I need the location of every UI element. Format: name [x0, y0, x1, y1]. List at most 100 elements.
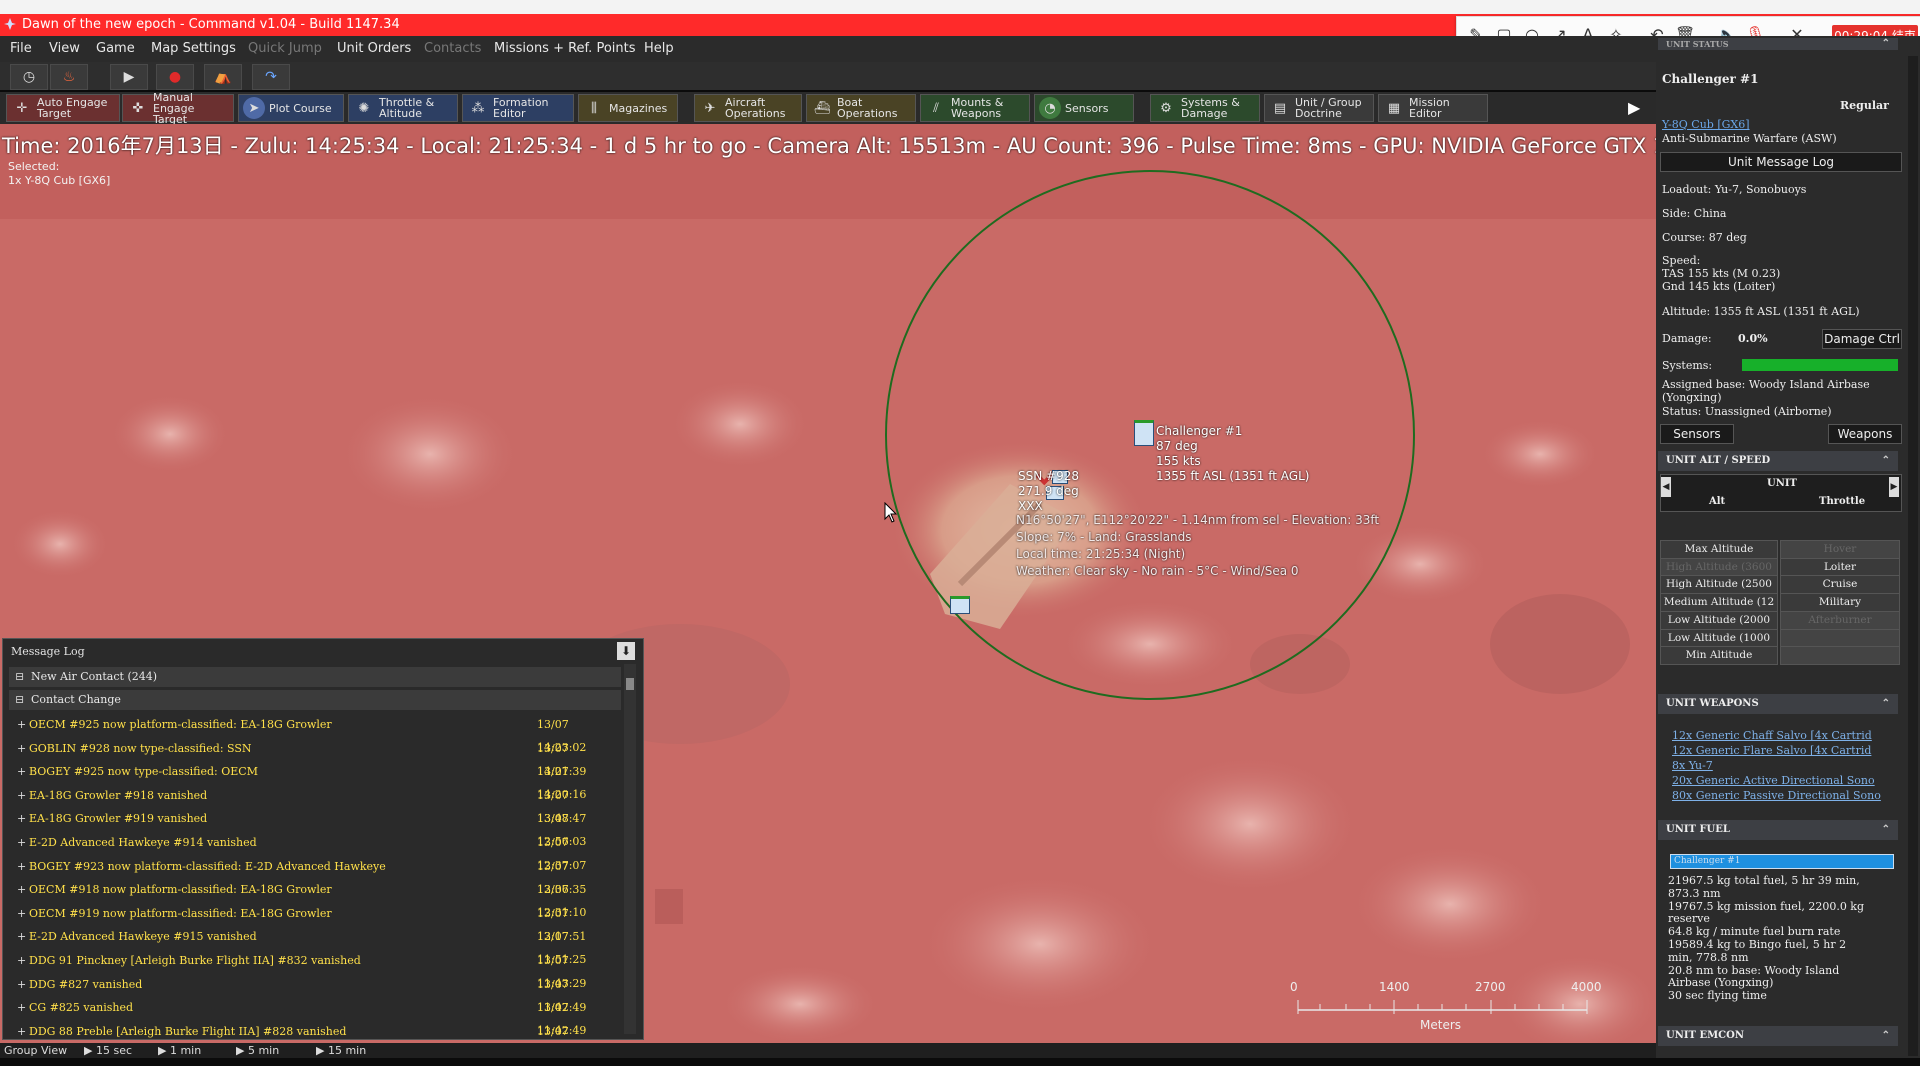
log-message-text: OECM #918 now platform-classified: EA-18…: [29, 883, 332, 897]
altitude-preset-button[interactable]: Low Altitude (2000: [1660, 610, 1778, 630]
unit-fuel-header[interactable]: UNIT FUEL ⌃: [1658, 820, 1898, 840]
log-message-row[interactable]: + BOGEY #923 now platform-classified: E-2…: [9, 855, 621, 896]
log-message-row[interactable]: + OECM #919 now platform-classified: EA-1…: [9, 902, 621, 943]
unit-status-header[interactable]: UNIT STATUS ⌃: [1658, 38, 1898, 50]
sensors-button[interactable]: ◔ Sensors: [1034, 94, 1134, 122]
unit-alt-speed-header[interactable]: UNIT ALT / SPEED ⌃: [1658, 451, 1898, 471]
menu-view[interactable]: View: [49, 41, 80, 56]
log-message-row[interactable]: + DDG #827 vanished 13/07 11:42:49: [9, 973, 621, 1014]
clock-icon[interactable]: ◷: [10, 64, 48, 90]
plot-course-button[interactable]: ➤ Plot Course: [238, 94, 344, 122]
log-message-row[interactable]: + DDG 91 Pinckney [Arleigh Burke Flight I…: [9, 949, 621, 990]
throttle-preset-button[interactable]: Military: [1780, 593, 1900, 613]
mounts-weapons-button[interactable]: ⫽ Mounts & Weapons: [920, 94, 1030, 122]
magazines-button[interactable]: ⫼ Magazines: [578, 94, 678, 122]
log-message-row[interactable]: + GOBLIN #928 now type-classified: SSN 13/…: [9, 737, 621, 778]
expand-icon: +: [17, 788, 27, 802]
download-icon[interactable]: ⬇: [617, 642, 635, 660]
altitude-preset-button[interactable]: High Altitude (3600: [1660, 557, 1778, 577]
log-message-row[interactable]: + DDG 88 Preble [Arleigh Burke Flight IIA…: [9, 1020, 621, 1061]
log-group-contact-change[interactable]: ⊟ Contact Change: [9, 690, 621, 710]
redo-arrow-icon[interactable]: ↷: [252, 64, 290, 90]
throttle-preset-button[interactable]: [1780, 646, 1900, 666]
weapon-link[interactable]: 20x Generic Active Directional Sono: [1672, 774, 1875, 787]
fuel-line: 19589.4 kg to Bingo fuel, 5 hr 2: [1668, 938, 1847, 951]
mission-editor-button[interactable]: ▦ Mission Editor: [1378, 94, 1488, 122]
weapon-link[interactable]: 12x Generic Flare Salvo [4x Cartrid: [1672, 744, 1871, 757]
altitude-preset-button[interactable]: Min Altitude: [1660, 646, 1778, 666]
weapon-link[interactable]: 12x Generic Chaff Salvo [4x Cartrid: [1672, 729, 1872, 742]
fuel-unit-selector[interactable]: Challenger #1: [1670, 854, 1894, 869]
menu-quick-jump[interactable]: Quick Jump: [248, 41, 322, 56]
formation-view-icon[interactable]: ⛺: [204, 64, 242, 90]
throttle-altitude-button[interactable]: ✺ Throttle & Altitude: [348, 94, 458, 122]
fire-icon[interactable]: ♨: [50, 64, 88, 90]
throttle-icon: ✺: [358, 100, 370, 116]
unit-weapons-header[interactable]: UNIT WEAPONS ⌃: [1658, 694, 1898, 714]
boat-operations-button[interactable]: ⛴ Boat Operations: [806, 94, 916, 122]
auto-engage-button[interactable]: ✛ Auto Engage Target: [6, 94, 120, 122]
panel-toggle-arrow-icon[interactable]: ▶: [1628, 98, 1640, 117]
log-message-text: BOGEY #923 now platform-classified: E-2D…: [29, 859, 386, 873]
aircraft-unit-icon[interactable]: [1134, 420, 1154, 446]
right-arrow-icon[interactable]: ▶: [1889, 477, 1899, 497]
expand-icon: +: [17, 812, 27, 826]
log-message-row[interactable]: + E-2D Advanced Hawkeye #914 vanished 13/0…: [9, 831, 621, 872]
play-button[interactable]: ▶: [110, 64, 148, 90]
unit-type-link[interactable]: Y-8Q Cub [GX6]: [1662, 118, 1750, 131]
aircraft-operations-button[interactable]: ✈ Aircraft Operations: [694, 94, 802, 122]
log-message-row[interactable]: + CG #825 vanished 13/07 11:42:49: [9, 996, 621, 1037]
fuel-line: Airbase (Yongxing): [1668, 976, 1774, 990]
menu-missions[interactable]: Missions + Ref. Points: [494, 41, 636, 56]
systems-damage-button[interactable]: ⚙ Systems & Damage: [1150, 94, 1260, 122]
base-unit-icon[interactable]: [950, 596, 970, 614]
status-hud: Time: 2016年7月13日 - Zulu: 14:25:34 - Loca…: [2, 134, 1732, 158]
log-message-row[interactable]: + OECM #925 now platform-classified: EA-1…: [9, 713, 621, 754]
altitude-preset-button[interactable]: Medium Altitude (12: [1660, 593, 1778, 613]
log-group-new-air-contact[interactable]: ⊟ New Air Contact (244): [9, 667, 621, 687]
menu-game[interactable]: Game: [96, 41, 135, 56]
weapon-link[interactable]: 8x Yu-7: [1672, 759, 1713, 772]
damage-control-button[interactable]: Damage Ctrl: [1822, 329, 1902, 349]
step-1min[interactable]: ▶ 1 min: [158, 1043, 201, 1058]
step-5min[interactable]: ▶ 5 min: [236, 1043, 279, 1058]
doctrine-button[interactable]: ▤ Unit / Group Doctrine: [1264, 94, 1374, 122]
throttle-preset-button[interactable]: Hover: [1780, 540, 1900, 559]
log-message-row[interactable]: + E-2D Advanced Hawkeye #915 vanished 13/0…: [9, 925, 621, 966]
expand-icon: +: [17, 883, 27, 897]
fuel-line: 20.8 nm to base: Woody Island: [1668, 963, 1840, 977]
log-message-row[interactable]: + EA-18G Growler #919 vanished 13/07 12:56…: [9, 807, 621, 848]
throttle-preset-button[interactable]: Afterburner: [1780, 610, 1900, 630]
log-message-row[interactable]: + OECM #918 now platform-classified: EA-1…: [9, 878, 621, 919]
log-message-row[interactable]: + EA-18G Growler #918 vanished 13/07 13:48…: [9, 784, 621, 825]
step-15min[interactable]: ▶ 15 min: [316, 1043, 366, 1058]
formation-editor-button[interactable]: ⁂ Formation Editor: [462, 94, 574, 122]
left-arrow-icon[interactable]: ◀: [1661, 477, 1671, 497]
menu-help[interactable]: Help: [644, 41, 674, 56]
unit-emcon-header[interactable]: UNIT EMCON ⌃: [1658, 1026, 1898, 1046]
log-message-row[interactable]: + BOGEY #925 now type-classified: OECM 13/…: [9, 760, 621, 801]
selection-info: Selected: 1x Y-8Q Cub [GX6]: [8, 160, 111, 187]
log-message-text: E-2D Advanced Hawkeye #914 vanished: [29, 836, 257, 849]
panel-scrollbar[interactable]: [1908, 56, 1918, 1056]
scroll-thumb[interactable]: [626, 678, 634, 690]
manual-engage-button[interactable]: ✜ Manual Engage Target: [122, 92, 234, 125]
menu-map-settings[interactable]: Map Settings: [151, 41, 236, 56]
weapon-link[interactable]: 80x Generic Passive Directional Sono: [1672, 789, 1881, 802]
unit-message-log-button[interactable]: Unit Message Log: [1660, 152, 1902, 172]
sensors-panel-button[interactable]: Sensors: [1660, 424, 1734, 444]
step-15sec[interactable]: ▶ 15 sec: [84, 1043, 132, 1058]
menu-file[interactable]: File: [10, 41, 32, 56]
message-log-scrollbar[interactable]: [624, 664, 636, 1034]
altitude-preset-button[interactable]: High Altitude (2500: [1660, 575, 1778, 595]
menu-contacts[interactable]: Contacts: [424, 41, 481, 56]
altitude-preset-button[interactable]: Max Altitude: [1660, 540, 1778, 559]
damage-value: 0.0%: [1738, 332, 1768, 345]
throttle-preset-button[interactable]: Loiter: [1780, 557, 1900, 577]
throttle-preset-button[interactable]: Cruise: [1780, 575, 1900, 595]
throttle-preset-button[interactable]: [1780, 628, 1900, 648]
altitude-preset-button[interactable]: Low Altitude (1000: [1660, 628, 1778, 648]
weapons-panel-button[interactable]: Weapons: [1828, 424, 1902, 444]
stop-button[interactable]: ●: [156, 64, 194, 90]
menu-unit-orders[interactable]: Unit Orders: [337, 41, 411, 56]
